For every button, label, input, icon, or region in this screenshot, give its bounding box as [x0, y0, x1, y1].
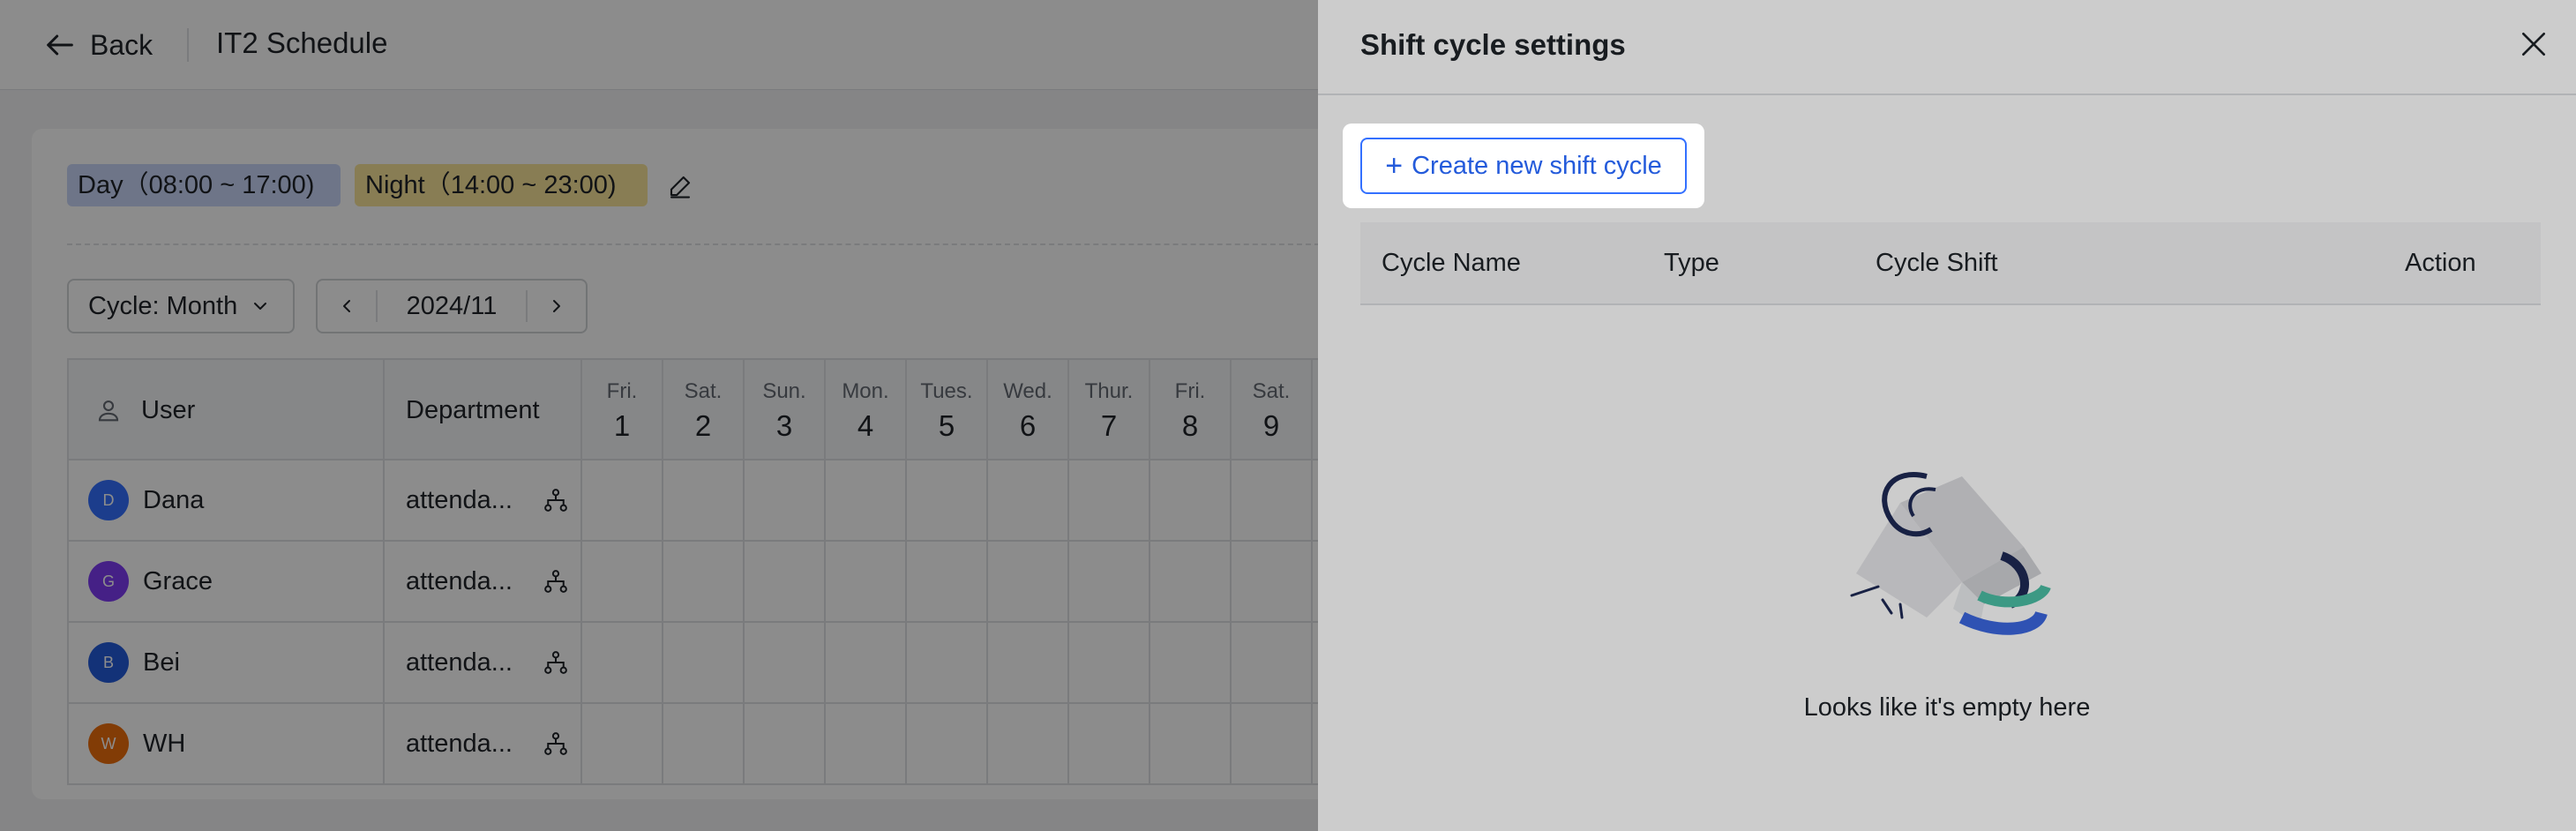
shift-cycle-drawer: Shift cycle settings Cycle Name Type Cyc…	[1318, 0, 2576, 831]
drawer-title: Shift cycle settings	[1360, 28, 1626, 61]
create-shift-cycle-button[interactable]: + Create new shift cycle	[1360, 138, 1687, 194]
empty-state-text: Looks like it's empty here	[1803, 693, 2091, 722]
column-cycle-shift: Cycle Shift	[1876, 249, 1998, 277]
column-cycle-name: Cycle Name	[1382, 249, 1521, 277]
column-type: Type	[1664, 249, 1719, 277]
column-action: Action	[2405, 249, 2476, 277]
plus-icon: +	[1385, 149, 1404, 183]
empty-box-illustration	[1850, 472, 2051, 635]
cycle-table-header: Cycle Name Type Cycle Shift Action	[1360, 222, 2541, 305]
create-shift-cycle-label: Create new shift cycle	[1412, 151, 1662, 180]
drawer-header-divider	[1318, 94, 2576, 95]
close-icon[interactable]	[2516, 26, 2551, 62]
overlay-mask[interactable]	[0, 0, 1320, 831]
